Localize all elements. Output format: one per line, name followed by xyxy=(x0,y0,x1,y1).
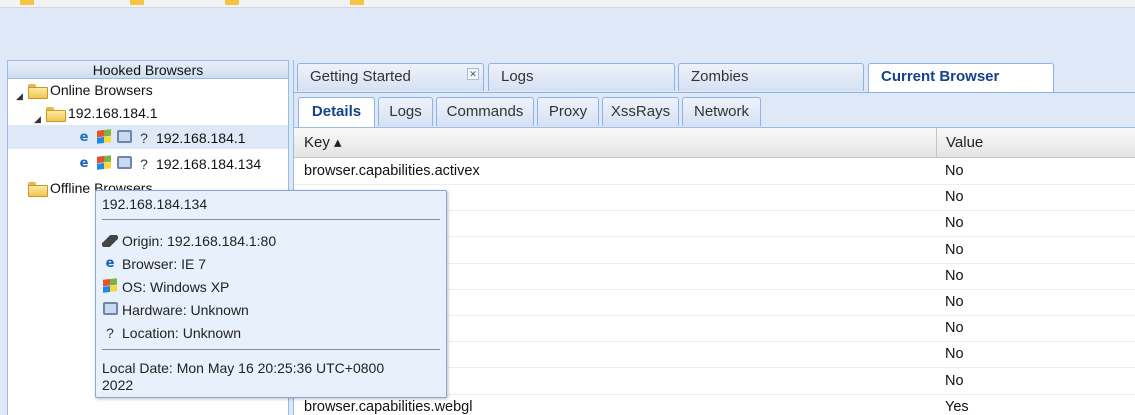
value-cell: No xyxy=(945,346,964,363)
plug-icon xyxy=(102,235,118,247)
tab-label: XssRays xyxy=(610,103,671,120)
location-text: Location: Unknown xyxy=(122,325,242,341)
tab-label: Getting Started xyxy=(310,68,411,85)
tree-node-label: 192.168.184.1 xyxy=(156,130,246,146)
key-cell: browser.capabilities.webgl xyxy=(304,398,473,415)
tooltip-date: Local Date: Mon May 16 20:25:36 UTC+0800 xyxy=(102,360,385,376)
tooltip-origin: Origin: 192.168.184.1:80 xyxy=(102,233,276,249)
tooltip-date-year: 2022 xyxy=(102,377,134,393)
value-cell: No xyxy=(945,215,964,232)
windows-icon xyxy=(102,278,118,295)
tooltip-os: OS: Windows XP xyxy=(102,278,230,295)
sub-tab-strip: Details Logs Commands Proxy XssRays Netw… xyxy=(294,92,1135,128)
hardware-text: Hardware: Unknown xyxy=(122,302,249,318)
tab-logs-sub[interactable]: Logs xyxy=(378,97,433,126)
folder-icon xyxy=(350,0,364,5)
folder-icon xyxy=(20,0,34,5)
divider xyxy=(102,219,440,220)
tab-details[interactable]: Details xyxy=(298,97,375,127)
question-icon: ? xyxy=(106,325,114,341)
tab-label: Logs xyxy=(501,68,534,85)
question-icon: ? xyxy=(140,130,148,146)
ie-icon: e xyxy=(79,156,89,171)
expand-arrow-icon[interactable] xyxy=(16,86,24,94)
value-cell: No xyxy=(945,163,964,179)
ie-icon: e xyxy=(105,256,115,271)
divider xyxy=(102,349,440,350)
bookmark-item[interactable] xyxy=(225,0,239,6)
value-cell: No xyxy=(945,372,964,389)
tab-xssrays[interactable]: XssRays xyxy=(602,97,679,126)
tab-getting-started[interactable]: Getting Started ✕ xyxy=(297,63,484,91)
question-icon: ? xyxy=(140,156,148,172)
tree-node-online[interactable]: Online Browsers xyxy=(16,79,153,101)
tab-label: Proxy xyxy=(548,103,588,120)
hardware-icon xyxy=(102,302,118,318)
origin-text: Origin: 192.168.184.1:80 xyxy=(122,233,277,249)
close-icon[interactable]: ✕ xyxy=(467,68,479,80)
value-cell: No xyxy=(945,189,964,206)
tab-label: Zombies xyxy=(691,68,749,85)
bookmark-item[interactable] xyxy=(350,0,364,6)
tab-zombies[interactable]: Zombies xyxy=(678,63,864,91)
hardware-icon xyxy=(116,130,132,146)
panel-title: Hooked Browsers xyxy=(92,62,204,78)
tree-node-browser[interactable]: e ? 192.168.184.134 xyxy=(76,153,261,175)
tree-node-browser[interactable]: e ? 192.168.184.1 xyxy=(76,127,246,149)
value-column-header[interactable]: Value xyxy=(936,128,1135,158)
windows-icon xyxy=(96,129,112,146)
key-cell: browser.capabilities.activex xyxy=(304,163,480,179)
tab-network[interactable]: Network xyxy=(682,97,761,126)
windows-icon xyxy=(96,155,112,172)
tooltip-title: 192.168.184.134 xyxy=(102,196,208,212)
panel-header: Hooked Browsers xyxy=(8,61,288,79)
value-cell: No xyxy=(945,241,964,258)
tree-node-label: Online Browsers xyxy=(50,82,153,98)
tab-label: Logs xyxy=(389,103,422,120)
grid-header: Key ▴ Value xyxy=(294,128,1135,158)
bookmark-item[interactable] xyxy=(130,0,144,6)
tab-logs[interactable]: Logs xyxy=(488,63,675,91)
tooltip-location: ? Location: Unknown xyxy=(102,325,241,341)
value-cell: No xyxy=(945,294,964,310)
edge-icon: e xyxy=(79,130,89,145)
value-cell: No xyxy=(945,267,964,284)
value-cell: No xyxy=(945,320,964,337)
folder-icon xyxy=(28,83,48,99)
os-text: OS: Windows XP xyxy=(122,279,230,295)
bookmarks-bar xyxy=(0,0,1135,8)
tab-commands[interactable]: Commands xyxy=(436,97,534,126)
tooltip-hardware: Hardware: Unknown xyxy=(102,302,249,318)
expand-arrow-icon[interactable] xyxy=(34,109,42,117)
folder-icon xyxy=(28,181,48,197)
table-row[interactable]: browser.capabilities.activex No xyxy=(294,159,1135,185)
tab-proxy[interactable]: Proxy xyxy=(537,97,599,126)
folder-icon xyxy=(130,0,144,5)
folder-icon xyxy=(46,106,66,122)
tab-label: Network xyxy=(693,103,749,120)
browser-text: Browser: IE 7 xyxy=(122,256,207,272)
tree-node-label: 192.168.184.134 xyxy=(156,156,262,172)
tree-node-subnet[interactable]: 192.168.184.1 xyxy=(34,102,158,124)
tooltip-browser: e Browser: IE 7 xyxy=(102,256,206,272)
hardware-icon xyxy=(116,156,132,172)
tab-label: Current Browser xyxy=(881,68,1000,85)
value-cell: Yes xyxy=(945,398,969,415)
tab-current-browser[interactable]: Current Browser xyxy=(868,63,1054,92)
key-column-header[interactable]: Key ▴ xyxy=(294,128,936,158)
tree-node-label: 192.168.184.1 xyxy=(68,105,158,121)
tab-label: Details xyxy=(311,103,362,120)
tab-label: Commands xyxy=(446,103,524,120)
browser-info-tooltip: 192.168.184.134 Origin: 192.168.184.1:80… xyxy=(95,190,447,398)
bookmark-item[interactable] xyxy=(20,0,34,6)
folder-icon xyxy=(225,0,239,5)
